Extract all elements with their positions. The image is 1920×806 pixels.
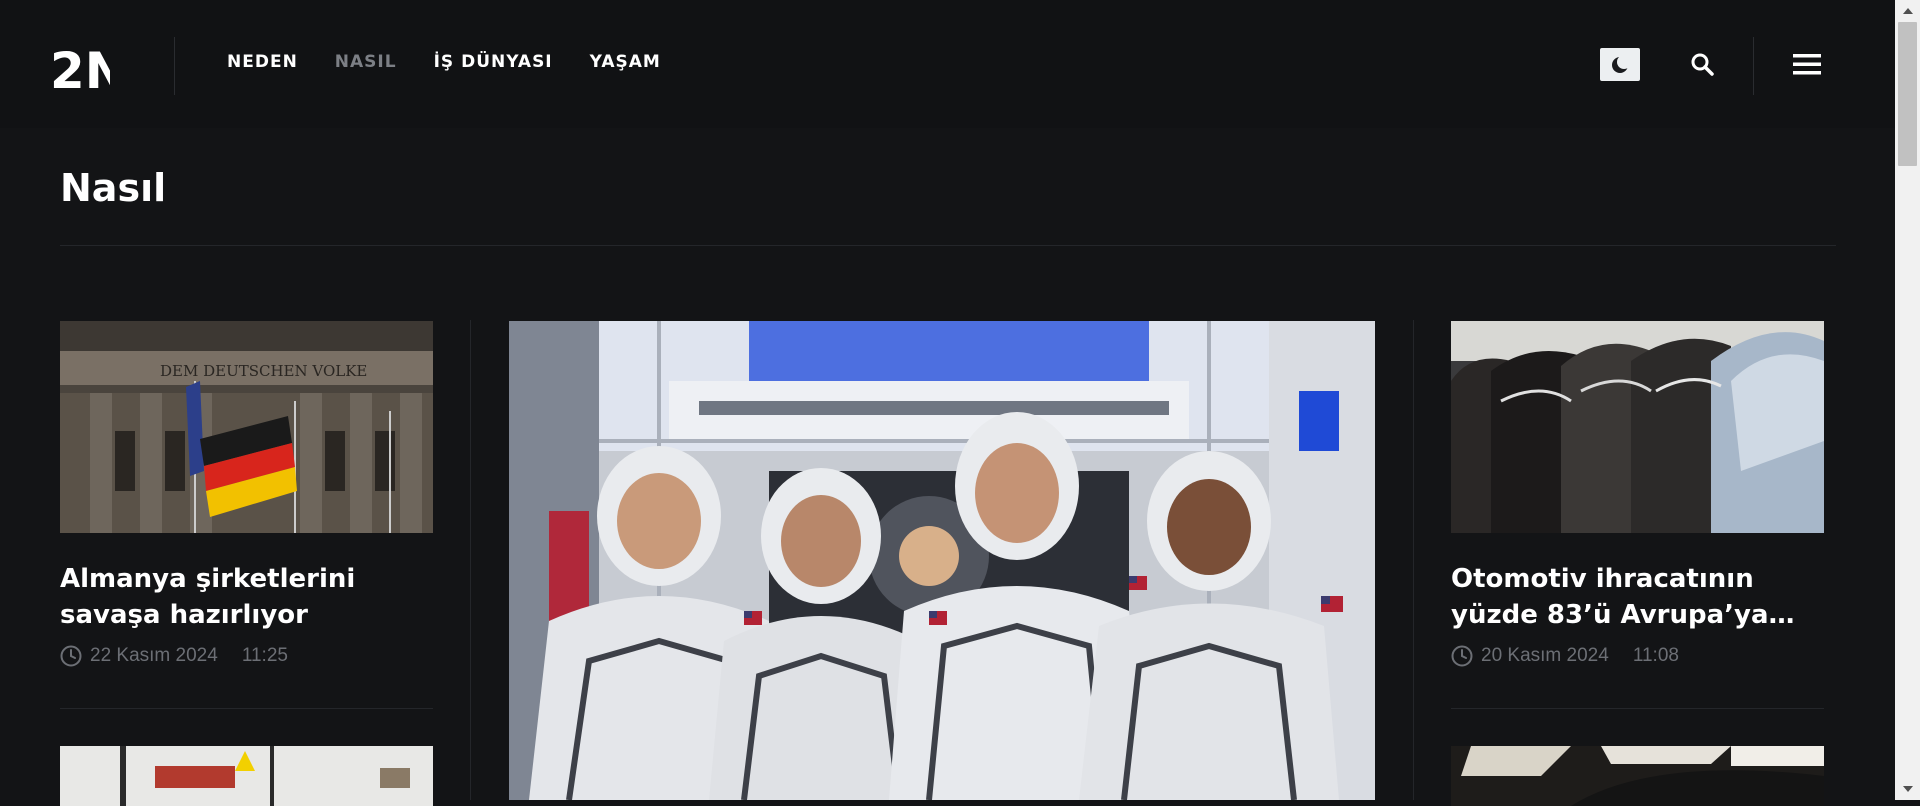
nav-item-is-dunyasi[interactable]: İŞ DÜNYASI	[434, 52, 553, 72]
triangle-up-icon	[1902, 8, 1913, 14]
article-image[interactable]: DEM DEUTSCHEN VOLKE	[60, 321, 433, 533]
article-image[interactable]	[1451, 746, 1824, 806]
article-title[interactable]: Otomotiv ihracatının yüzde 83’ü Avrupa’y…	[1451, 561, 1824, 633]
search-button[interactable]	[1688, 50, 1716, 78]
article-divider	[60, 708, 433, 709]
article-meta: 22 Kasım 2024 11:25	[60, 645, 288, 667]
nav-item-yasam[interactable]: YAŞAM	[590, 52, 661, 72]
article-date: 20 Kasım 2024	[1481, 645, 1609, 666]
title-divider	[60, 245, 1836, 246]
scroll-up-arrow[interactable]	[1895, 0, 1920, 22]
scroll-thumb[interactable]	[1898, 22, 1917, 166]
clock-icon	[1451, 645, 1473, 667]
article-image[interactable]	[1451, 321, 1824, 533]
article-date: 22 Kasım 2024	[90, 645, 218, 666]
featured-article-image[interactable]	[509, 321, 1375, 800]
site-logo[interactable]: 2N	[50, 44, 110, 90]
triangle-down-icon	[1902, 786, 1913, 792]
main-nav: NEDEN NASIL İŞ DÜNYASI YAŞAM	[227, 52, 661, 72]
article-image[interactable]	[60, 746, 433, 806]
page-title: Nasıl	[60, 166, 167, 210]
scroll-down-arrow[interactable]	[1895, 778, 1920, 800]
header-divider	[174, 37, 175, 95]
page-scrollbar[interactable]	[1895, 0, 1920, 800]
moon-icon	[1612, 54, 1630, 73]
header-divider	[1753, 37, 1754, 95]
article-time: 11:25	[241, 645, 288, 666]
theme-toggle-button[interactable]	[1600, 48, 1640, 81]
article-time: 11:08	[1632, 645, 1679, 666]
article-meta: 20 Kasım 2024 11:08	[1451, 645, 1679, 667]
nav-item-nasil[interactable]: NASIL	[335, 52, 397, 72]
column-divider	[1413, 320, 1414, 800]
hamburger-menu-icon	[1793, 54, 1821, 75]
article-divider	[1451, 708, 1824, 709]
search-icon	[1691, 53, 1714, 76]
article-title[interactable]: Almanya şirketlerini savaşa hazırlıyor	[60, 561, 433, 633]
site-header: 2N NEDEN NASIL İŞ DÜNYASI YAŞAM	[0, 0, 1895, 128]
svg-text:DEM DEUTSCHEN VOLKE: DEM DEUTSCHEN VOLKE	[160, 362, 367, 380]
menu-button[interactable]	[1792, 50, 1822, 78]
logo-text: 2N	[50, 44, 110, 90]
clock-icon	[60, 645, 82, 667]
column-divider	[470, 320, 471, 800]
nav-item-neden[interactable]: NEDEN	[227, 52, 298, 72]
